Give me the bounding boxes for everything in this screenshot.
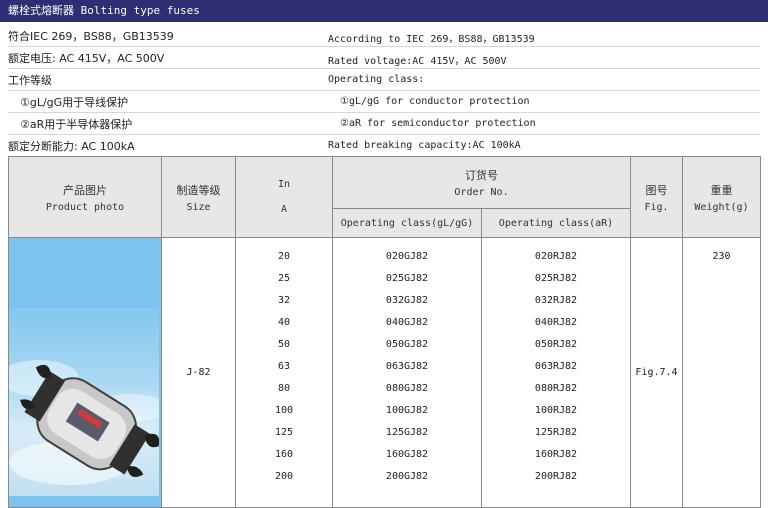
- order-gl-value: 020GJ82: [385, 251, 429, 262]
- order-gl-list: 020GJ82 025GJ82 032GJ82 040GJ82 050GJ82 063GJ…: [334, 246, 481, 488]
- order-ar-value: 125RJ82: [534, 427, 578, 438]
- spec-class-ar-en: ②aR for semiconductor protection: [340, 118, 536, 129]
- rating-value: 160: [274, 449, 294, 460]
- rating-value: 100: [274, 405, 294, 416]
- spec-class-cn: 工作等级: [8, 74, 52, 87]
- header-photo-cn: 产品图片: [63, 183, 107, 197]
- order-ar-list: 020RJ82 025RJ82 032RJ82 040RJ82 050RJ82 063RJ…: [483, 246, 630, 488]
- fuse-image: [9, 360, 159, 485]
- header-in-label: In: [277, 179, 291, 190]
- rating-value: 40: [277, 317, 291, 328]
- fig-cell: Fig.7.4: [630, 237, 683, 508]
- header-class-ar: Operating class(aR): [481, 208, 631, 238]
- rating-value: 125: [274, 427, 294, 438]
- spec-class-gl-cn: ①gL/gG用于导线保护: [20, 96, 129, 109]
- spec-class-en: Operating class:: [328, 74, 425, 85]
- order-gl-value: 080GJ82: [385, 383, 429, 394]
- header-weight: 重重 Weight(g): [682, 156, 761, 238]
- header-weight-en: Weight(g): [694, 201, 749, 213]
- order-gl-value: 100GJ82: [385, 405, 429, 416]
- header-fig-cn: 图号: [645, 183, 668, 197]
- rating-value: 25: [277, 273, 291, 284]
- weight-value: 230: [712, 251, 731, 262]
- header-order: 订货号 Order No.: [332, 156, 631, 209]
- ratings-list: 20 25 32 40 50 63 80 100 125 160 200: [237, 246, 332, 488]
- order-gl-column: 020GJ82 025GJ82 032GJ82 040GJ82 050GJ82 063GJ…: [332, 237, 482, 508]
- order-ar-value: 020RJ82: [534, 251, 578, 262]
- spec-voltage-cn: 额定电压: AC 415V，AC 500V: [8, 52, 165, 65]
- header-size-en: Size: [186, 201, 211, 213]
- header-size-cn: 制造等级: [176, 183, 221, 197]
- order-ar-value: 080RJ82: [534, 383, 578, 394]
- weight-cell: 230: [682, 237, 761, 508]
- order-ar-value: 050RJ82: [534, 339, 578, 350]
- header-order-en: Order No.: [454, 187, 509, 198]
- order-ar-value: 200RJ82: [534, 471, 578, 482]
- order-gl-value: 063GJ82: [385, 361, 429, 372]
- product-photo: [9, 238, 159, 496]
- order-gl-value: 025GJ82: [385, 273, 429, 284]
- order-ar-column: 020RJ82 025RJ82 032RJ82 040RJ82 050RJ82 063RJ…: [481, 237, 631, 508]
- spec-class-ar-cn: ②aR用于半导体器保护: [20, 118, 133, 131]
- rating-value: 80: [277, 383, 291, 394]
- order-gl-value: 200GJ82: [385, 471, 429, 482]
- order-ar-value: 160RJ82: [534, 449, 578, 460]
- spec-breaking-cn: 额定分断能力: AC 100kA: [8, 140, 135, 153]
- order-ar-value: 025RJ82: [534, 273, 578, 284]
- order-gl-value: 050GJ82: [385, 339, 429, 350]
- header-class-gl: Operating class(gL/gG): [332, 208, 482, 238]
- header-photo: 产品图片 Product photo: [8, 156, 162, 238]
- page-title: 螺栓式熔断器 Bolting type fuses: [0, 0, 768, 22]
- spec-class-gl-en: ①gL/gG for conductor protection: [340, 96, 530, 107]
- product-photo-cell: [8, 237, 162, 508]
- header-fig: 图号 Fig.: [630, 156, 683, 238]
- header-in: In A: [235, 156, 333, 238]
- spec-voltage-en: Rated voltage:AC 415V，AC 500V: [328, 56, 507, 67]
- size-cell: J-82: [161, 237, 236, 508]
- divider: [8, 90, 760, 91]
- order-gl-value: 032GJ82: [385, 295, 429, 306]
- ratings-column: 20 25 32 40 50 63 80 100 125 160 200: [235, 237, 333, 508]
- rating-value: 50: [277, 339, 291, 350]
- header-weight-cn: 重重: [710, 183, 733, 197]
- header-photo-en: Product photo: [45, 201, 125, 213]
- order-gl-value: 125GJ82: [385, 427, 429, 438]
- header-order-cn: 订货号: [465, 169, 498, 182]
- divider: [8, 46, 760, 47]
- order-gl-value: 040GJ82: [385, 317, 429, 328]
- divider: [8, 134, 760, 135]
- divider: [8, 68, 760, 69]
- spec-breaking-en: Rated breaking capacity:AC 100kA: [328, 140, 521, 151]
- order-ar-value: 063RJ82: [534, 361, 578, 372]
- rating-value: 200: [274, 471, 294, 482]
- rating-value: 20: [277, 251, 291, 262]
- rating-value: 32: [277, 295, 291, 306]
- header-in-unit: A: [280, 204, 288, 215]
- rating-value: 63: [277, 361, 291, 372]
- spec-standards-en: According to IEC 269，BS88，GB13539: [328, 34, 535, 45]
- header-size: 制造等级 Size: [161, 156, 236, 238]
- order-ar-value: 032RJ82: [534, 295, 578, 306]
- divider: [8, 112, 760, 113]
- header-fig-en: Fig.: [644, 201, 669, 213]
- spec-standards-cn: 符合IEC 269，BS88，GB13539: [8, 30, 174, 43]
- order-ar-value: 040RJ82: [534, 317, 578, 328]
- fuse-spec-table: 产品图片 Product photo 制造等级 Size In A 订货号 Or…: [8, 156, 761, 508]
- order-gl-value: 160GJ82: [385, 449, 429, 460]
- order-ar-value: 100RJ82: [534, 405, 578, 416]
